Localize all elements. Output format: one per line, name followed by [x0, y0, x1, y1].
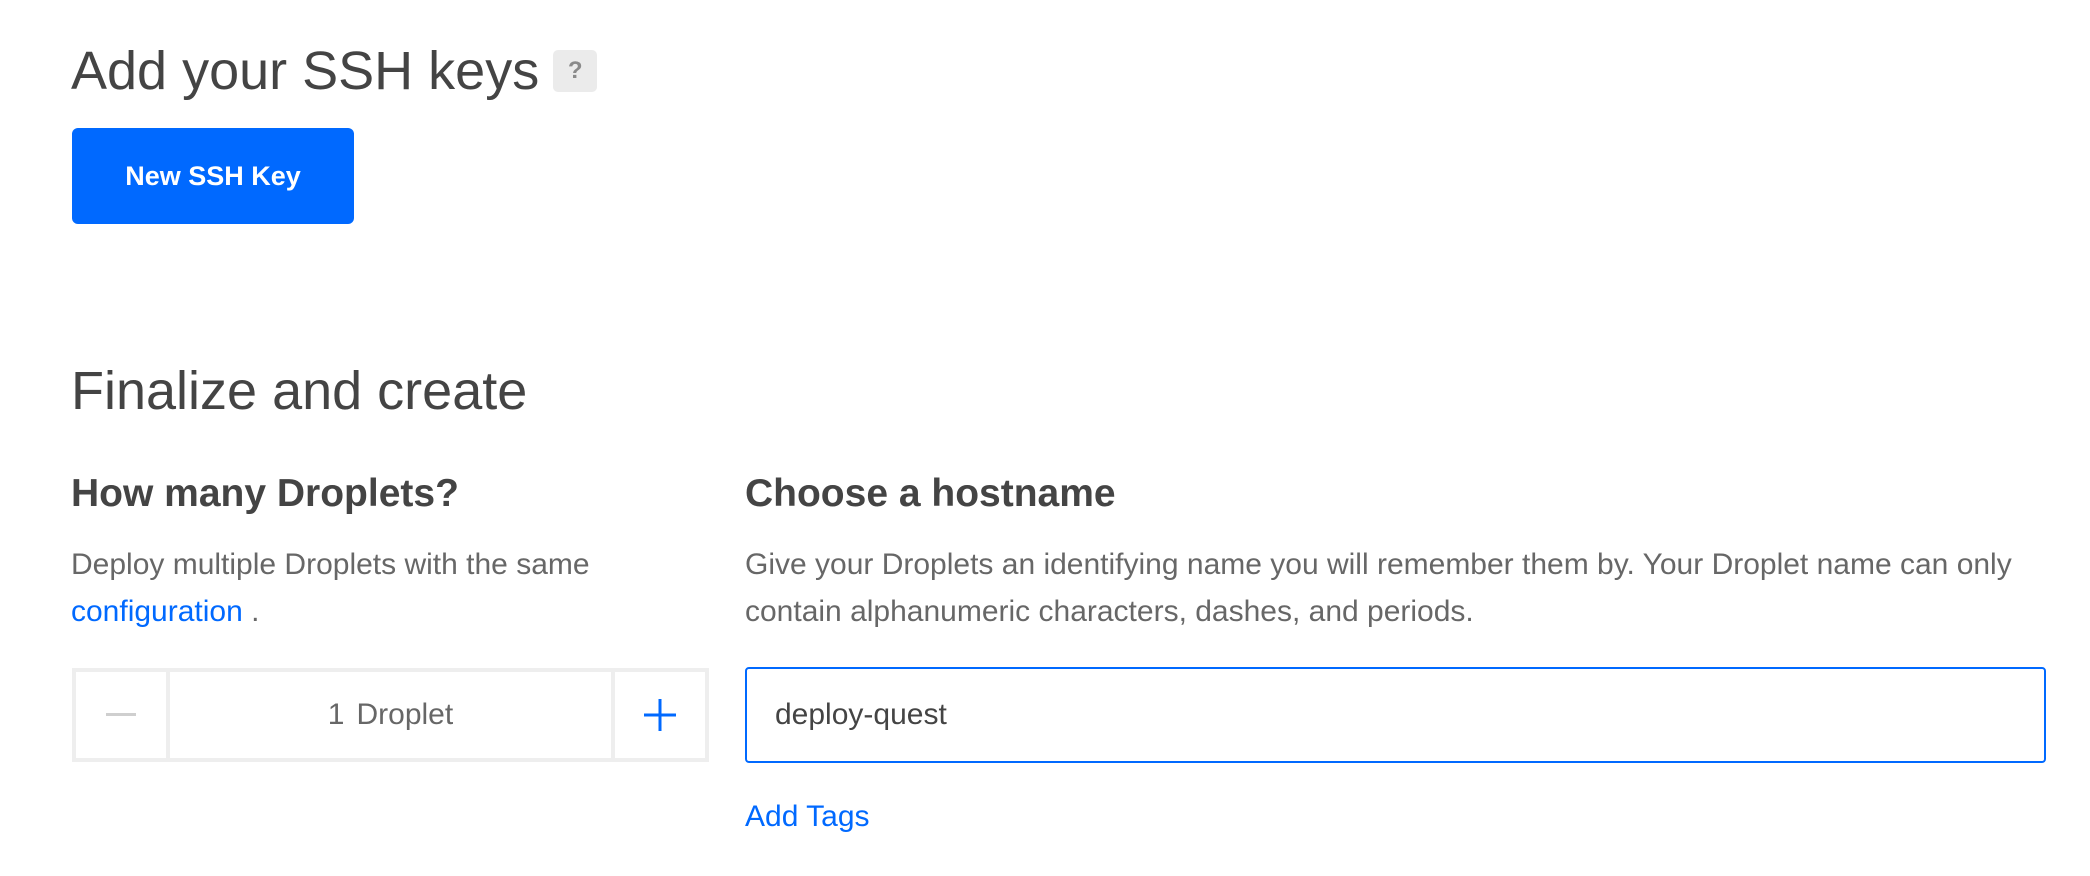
minus-icon: [106, 713, 136, 716]
droplets-heading: How many Droplets?: [71, 472, 459, 515]
add-tags-link[interactable]: Add Tags: [745, 797, 870, 837]
configuration-link[interactable]: configuration: [71, 595, 243, 628]
droplet-count-number: 1: [327, 698, 345, 731]
droplet-count-stepper: 1 Droplet: [72, 668, 709, 762]
hostname-description: Give your Droplets an identifying name y…: [745, 548, 2012, 628]
help-icon[interactable]: ?: [553, 50, 598, 92]
new-ssh-key-button[interactable]: New SSH Key: [72, 128, 354, 224]
hostname-input[interactable]: [745, 667, 2046, 763]
droplets-description-suffix: .: [242, 595, 260, 628]
finalize-title: Finalize and create: [71, 361, 528, 421]
droplets-description-text: Deploy multiple Droplets with the same: [71, 548, 590, 581]
decrement-button[interactable]: [76, 672, 170, 758]
increment-button[interactable]: [611, 672, 705, 758]
plus-icon: [644, 699, 676, 731]
droplet-count-unit: Droplet: [356, 698, 454, 731]
ssh-keys-title: Add your SSH keys: [71, 41, 540, 101]
droplets-description: Deploy multiple Droplets with the same c…: [71, 541, 671, 635]
ssh-keys-header: Add your SSH keys ?: [71, 38, 598, 104]
hostname-heading: Choose a hostname: [745, 472, 1116, 515]
droplet-count-value: 1 Droplet: [170, 672, 611, 758]
